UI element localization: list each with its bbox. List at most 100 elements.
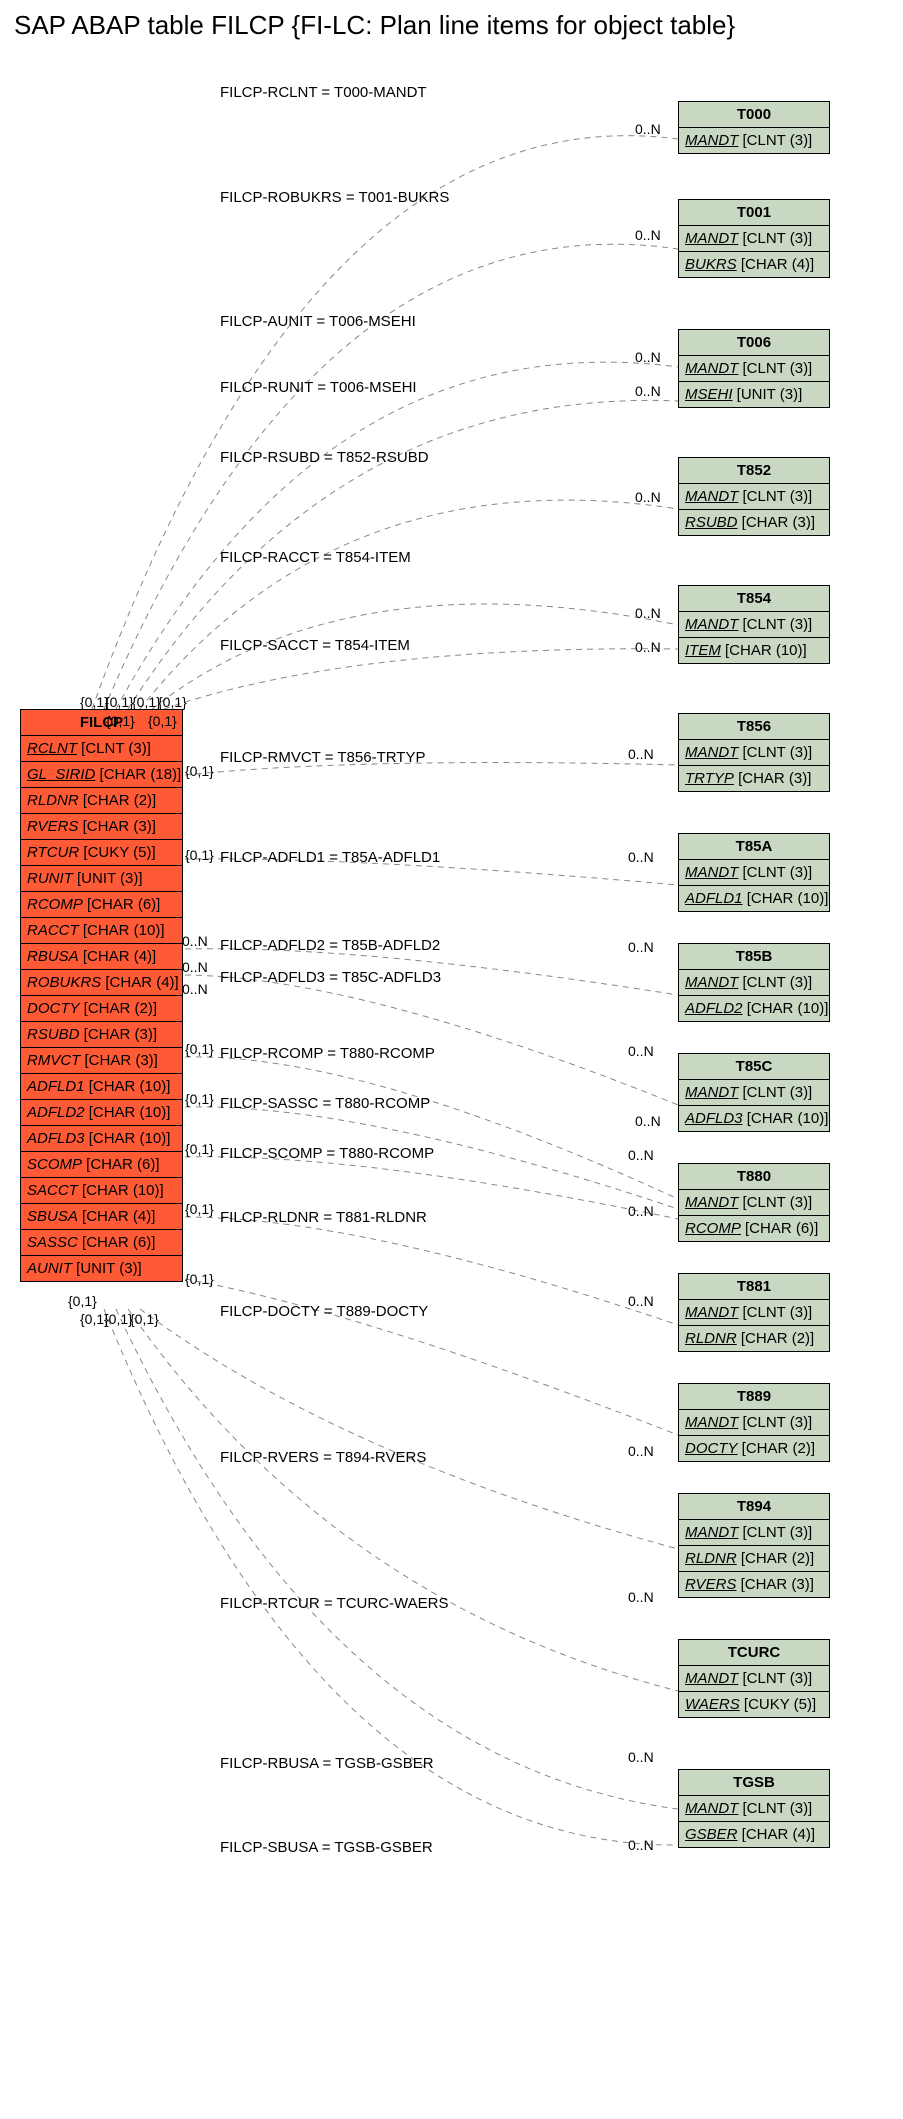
edge-label: FILCP-DOCTY = T889-DOCTY [220, 1303, 428, 1320]
cardinality-dst: 0..N [628, 1043, 654, 1059]
cardinality-src: {0,1} [185, 1091, 214, 1107]
cardinality-src: {0,1} [185, 1201, 214, 1217]
field-row: RACCT [CHAR (10)] [21, 918, 182, 944]
table-filcp: FILCP RCLNT [CLNT (3)]GL_SIRID [CHAR (18… [20, 709, 183, 1282]
cardinality-dst: 0..N [635, 121, 661, 137]
table-t85b: T85BMANDT [CLNT (3)]ADFLD2 [CHAR (10)] [678, 943, 830, 1022]
field-row: RUNIT [UNIT (3)] [21, 866, 182, 892]
edge-label: FILCP-ADFLD1 = T85A-ADFLD1 [220, 849, 440, 866]
edge-label: FILCP-SCOMP = T880-RCOMP [220, 1145, 434, 1162]
table-header: TGSB [679, 1770, 829, 1796]
cardinality-dst: 0..N [635, 383, 661, 399]
cardinality-src: {0,1} [104, 1311, 133, 1327]
cardinality-dst: 0..N [628, 1837, 654, 1853]
field-row: MANDT [CLNT (3)] [679, 612, 829, 638]
edge-label: FILCP-RCLNT = T000-MANDT [220, 84, 427, 101]
field-row: GL_SIRID [CHAR (18)] [21, 762, 182, 788]
edge-label: FILCP-RACCT = T854-ITEM [220, 549, 411, 566]
cardinality-src: {0,1} [185, 1271, 214, 1287]
field-row: MANDT [CLNT (3)] [679, 128, 829, 153]
field-row: MANDT [CLNT (3)] [679, 1410, 829, 1436]
cardinality-src: {0,1} [68, 1293, 97, 1309]
field-row: SASSC [CHAR (6)] [21, 1230, 182, 1256]
field-row: RBUSA [CHAR (4)] [21, 944, 182, 970]
table-header: T880 [679, 1164, 829, 1190]
field-row: MANDT [CLNT (3)] [679, 1796, 829, 1822]
table-t006: T006MANDT [CLNT (3)]MSEHI [UNIT (3)] [678, 329, 830, 408]
field-row: RLDNR [CHAR (2)] [679, 1546, 829, 1572]
field-row: BUKRS [CHAR (4)] [679, 252, 829, 277]
cardinality-src: 0..N [182, 959, 208, 975]
field-row: RLDNR [CHAR (2)] [21, 788, 182, 814]
field-row: RLDNR [CHAR (2)] [679, 1326, 829, 1351]
cardinality-dst: 0..N [635, 1113, 661, 1129]
edge-label: FILCP-RSUBD = T852-RSUBD [220, 449, 429, 466]
cardinality-dst: 0..N [628, 1589, 654, 1605]
cardinality-dst: 0..N [635, 639, 661, 655]
field-row: WAERS [CUKY (5)] [679, 1692, 829, 1717]
table-header: T854 [679, 586, 829, 612]
cardinality-dst: 0..N [628, 1203, 654, 1219]
table-t85c: T85CMANDT [CLNT (3)]ADFLD3 [CHAR (10)] [678, 1053, 830, 1132]
page-title: SAP ABAP table FILCP {FI-LC: Plan line i… [14, 10, 903, 41]
cardinality-dst: 0..N [635, 227, 661, 243]
table-t85a: T85AMANDT [CLNT (3)]ADFLD1 [CHAR (10)] [678, 833, 830, 912]
cardinality-src: {0,1} [185, 763, 214, 779]
cardinality-dst: 0..N [635, 349, 661, 365]
field-row: RSUBD [CHAR (3)] [679, 510, 829, 535]
edge-label: FILCP-SASSC = T880-RCOMP [220, 1095, 430, 1112]
field-row: TRTYP [CHAR (3)] [679, 766, 829, 791]
field-row: ADFLD2 [CHAR (10)] [679, 996, 829, 1021]
cardinality-dst: 0..N [628, 1147, 654, 1163]
cardinality-dst: 0..N [628, 1749, 654, 1765]
edge-label: FILCP-SBUSA = TGSB-GSBER [220, 1839, 433, 1856]
cardinality-src: 0..N [182, 933, 208, 949]
field-row: SACCT [CHAR (10)] [21, 1178, 182, 1204]
cardinality-src: {0,1} [185, 847, 214, 863]
field-row: RVERS [CHAR (3)] [21, 814, 182, 840]
table-header: T889 [679, 1384, 829, 1410]
cardinality-src: {0,1} [158, 694, 187, 710]
edge-label: FILCP-ADFLD2 = T85B-ADFLD2 [220, 937, 440, 954]
table-header: T852 [679, 458, 829, 484]
edge-label: FILCP-AUNIT = T006-MSEHI [220, 313, 416, 330]
cardinality-src: {0,1} [106, 713, 135, 729]
edge-label: FILCP-RMVCT = T856-TRTYP [220, 749, 425, 766]
field-row: ADFLD1 [CHAR (10)] [679, 886, 829, 911]
table-t001: T001MANDT [CLNT (3)]BUKRS [CHAR (4)] [678, 199, 830, 278]
edge-label: FILCP-RTCUR = TCURC-WAERS [220, 1595, 449, 1612]
field-row: ADFLD2 [CHAR (10)] [21, 1100, 182, 1126]
cardinality-dst: 0..N [628, 746, 654, 762]
erd-canvas: FILCP RCLNT [CLNT (3)]GL_SIRID [CHAR (18… [10, 49, 893, 2109]
cardinality-dst: 0..N [635, 489, 661, 505]
cardinality-src: {0,1} [130, 1311, 159, 1327]
field-row: ADFLD3 [CHAR (10)] [679, 1106, 829, 1131]
field-row: SBUSA [CHAR (4)] [21, 1204, 182, 1230]
table-tcurc: TCURCMANDT [CLNT (3)]WAERS [CUKY (5)] [678, 1639, 830, 1718]
field-row: RCOMP [CHAR (6)] [21, 892, 182, 918]
field-row: ROBUKRS [CHAR (4)] [21, 970, 182, 996]
table-header: T85B [679, 944, 829, 970]
field-row: MANDT [CLNT (3)] [679, 1520, 829, 1546]
cardinality-dst: 0..N [628, 1443, 654, 1459]
cardinality-src: {0,1} [185, 1041, 214, 1057]
field-row: RCLNT [CLNT (3)] [21, 736, 182, 762]
table-t881: T881MANDT [CLNT (3)]RLDNR [CHAR (2)] [678, 1273, 830, 1352]
cardinality-dst: 0..N [628, 1293, 654, 1309]
table-t854: T854MANDT [CLNT (3)]ITEM [CHAR (10)] [678, 585, 830, 664]
field-row: MANDT [CLNT (3)] [679, 970, 829, 996]
table-header: T85C [679, 1054, 829, 1080]
field-row: DOCTY [CHAR (2)] [21, 996, 182, 1022]
field-row: ITEM [CHAR (10)] [679, 638, 829, 663]
table-header: T001 [679, 200, 829, 226]
cardinality-src: {0,1} [185, 1141, 214, 1157]
table-t880: T880MANDT [CLNT (3)]RCOMP [CHAR (6)] [678, 1163, 830, 1242]
table-header: T881 [679, 1274, 829, 1300]
edge-label: FILCP-RCOMP = T880-RCOMP [220, 1045, 435, 1062]
field-row: ADFLD3 [CHAR (10)] [21, 1126, 182, 1152]
field-row: MSEHI [UNIT (3)] [679, 382, 829, 407]
table-header: T894 [679, 1494, 829, 1520]
table-t000: T000MANDT [CLNT (3)] [678, 101, 830, 154]
field-row: MANDT [CLNT (3)] [679, 1666, 829, 1692]
cardinality-dst: 0..N [635, 605, 661, 621]
